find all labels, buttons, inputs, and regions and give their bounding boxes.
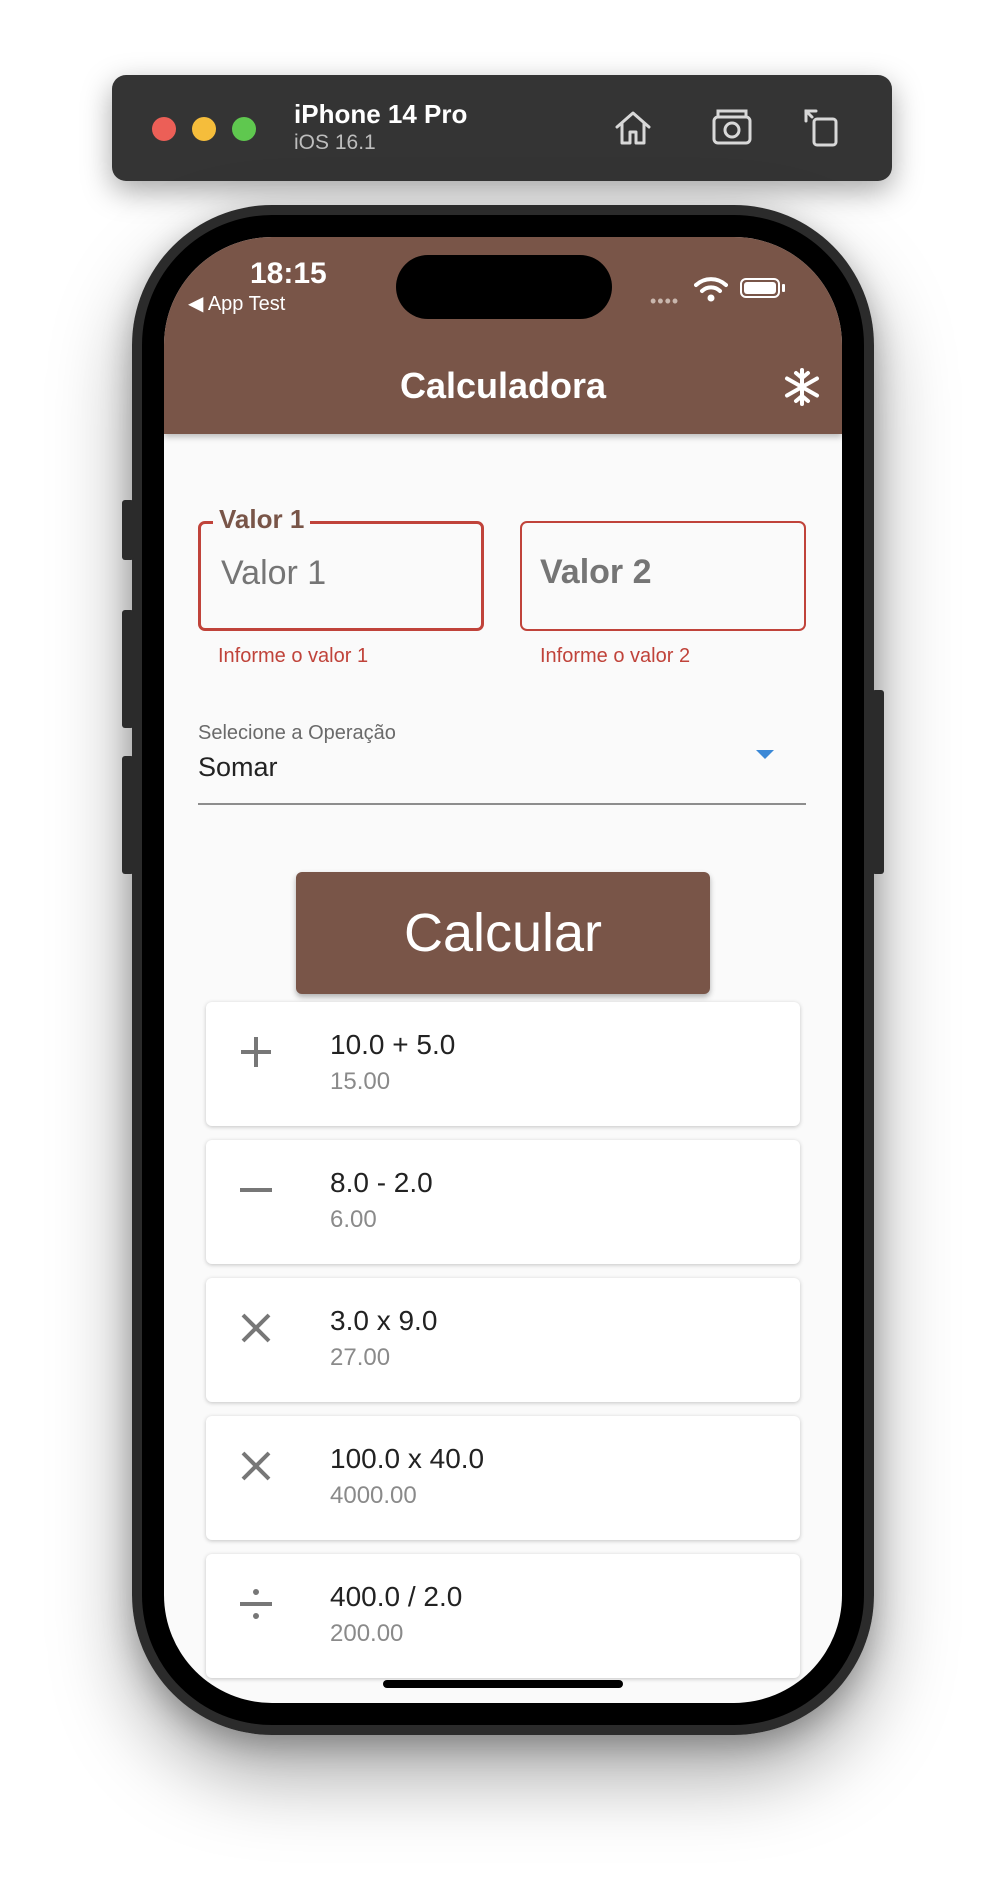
operation-label: Selecione a Operação	[198, 722, 396, 744]
dynamic-island	[396, 255, 612, 319]
action-button	[122, 500, 134, 560]
history-expression: 8.0 - 2.0	[330, 1167, 433, 1198]
status-time: 18:15	[250, 257, 327, 290]
cellular-signal-icon: ••••	[650, 291, 680, 311]
valor1-field[interactable]: Valor 1	[198, 504, 484, 631]
operation-value[interactable]: Somar	[198, 752, 278, 783]
back-to-app-link[interactable]: ◀ App Test	[188, 291, 285, 316]
history-item[interactable]: 10.0 + 5.0 15.00	[206, 1002, 800, 1126]
zoom-window-button[interactable]	[232, 117, 256, 141]
history-expression: 400.0 / 2.0	[330, 1581, 463, 1612]
history-expression: 100.0 x 40.0	[330, 1443, 485, 1474]
close-window-button[interactable]	[152, 117, 176, 141]
multiply-icon	[241, 1313, 271, 1343]
history-result: 200.00	[330, 1620, 404, 1647]
valor1-error: Informe o valor 1	[218, 645, 369, 667]
history-result: 15.00	[330, 1068, 391, 1095]
history-result: 6.00	[330, 1206, 377, 1233]
minus-icon	[240, 1188, 272, 1192]
multiply-icon	[241, 1451, 271, 1481]
battery-tip	[782, 284, 785, 292]
volume-down-button	[122, 756, 134, 874]
divide-icon	[240, 1589, 272, 1619]
device-name: iPhone 14 Pro	[294, 99, 468, 129]
history-result: 4000.00	[330, 1482, 417, 1509]
dropdown-underline	[198, 803, 806, 805]
simulator-toolbar: iPhone 14 Pro iOS 16.1	[112, 75, 892, 181]
history-expression: 10.0 + 5.0	[330, 1029, 456, 1060]
plus-icon	[241, 1037, 271, 1067]
volume-up-button	[122, 610, 134, 728]
history-expression: 3.0 x 9.0	[330, 1305, 438, 1336]
valor1-input[interactable]	[221, 554, 467, 593]
history-result: 27.00	[330, 1344, 391, 1371]
home-indicator[interactable]	[383, 1680, 623, 1688]
valor2-field[interactable]	[520, 521, 806, 631]
history-item[interactable]: 3.0 x 9.0 27.00	[206, 1278, 800, 1402]
snowflake-icon[interactable]	[782, 367, 822, 407]
minimize-window-button[interactable]	[192, 117, 216, 141]
chevron-down-icon[interactable]	[756, 750, 774, 759]
battery-icon	[740, 278, 780, 298]
history-item[interactable]: 100.0 x 40.0 4000.00	[206, 1416, 800, 1540]
home-icon[interactable]	[607, 101, 659, 153]
screenshot-icon[interactable]	[706, 101, 758, 153]
history-item[interactable]: 400.0 / 2.0 200.00	[206, 1554, 800, 1678]
rotate-icon[interactable]	[796, 101, 848, 153]
calculate-button[interactable]: Calcular	[296, 872, 710, 994]
valor2-input[interactable]	[540, 553, 786, 592]
valor2-error: Informe o valor 2	[540, 645, 691, 667]
wifi-icon	[694, 277, 728, 302]
valor1-label: Valor 1	[213, 504, 311, 535]
history-item[interactable]: 8.0 - 2.0 6.00	[206, 1140, 800, 1264]
os-version: iOS 16.1	[294, 131, 376, 154]
phone-screen: 18:15 ◀ App Test •••• Calculadora Valor …	[164, 237, 842, 1703]
page-title: Calculadora	[399, 365, 607, 406]
app-bar: 18:15 ◀ App Test •••• Calculadora	[164, 237, 842, 434]
power-button	[872, 690, 884, 874]
